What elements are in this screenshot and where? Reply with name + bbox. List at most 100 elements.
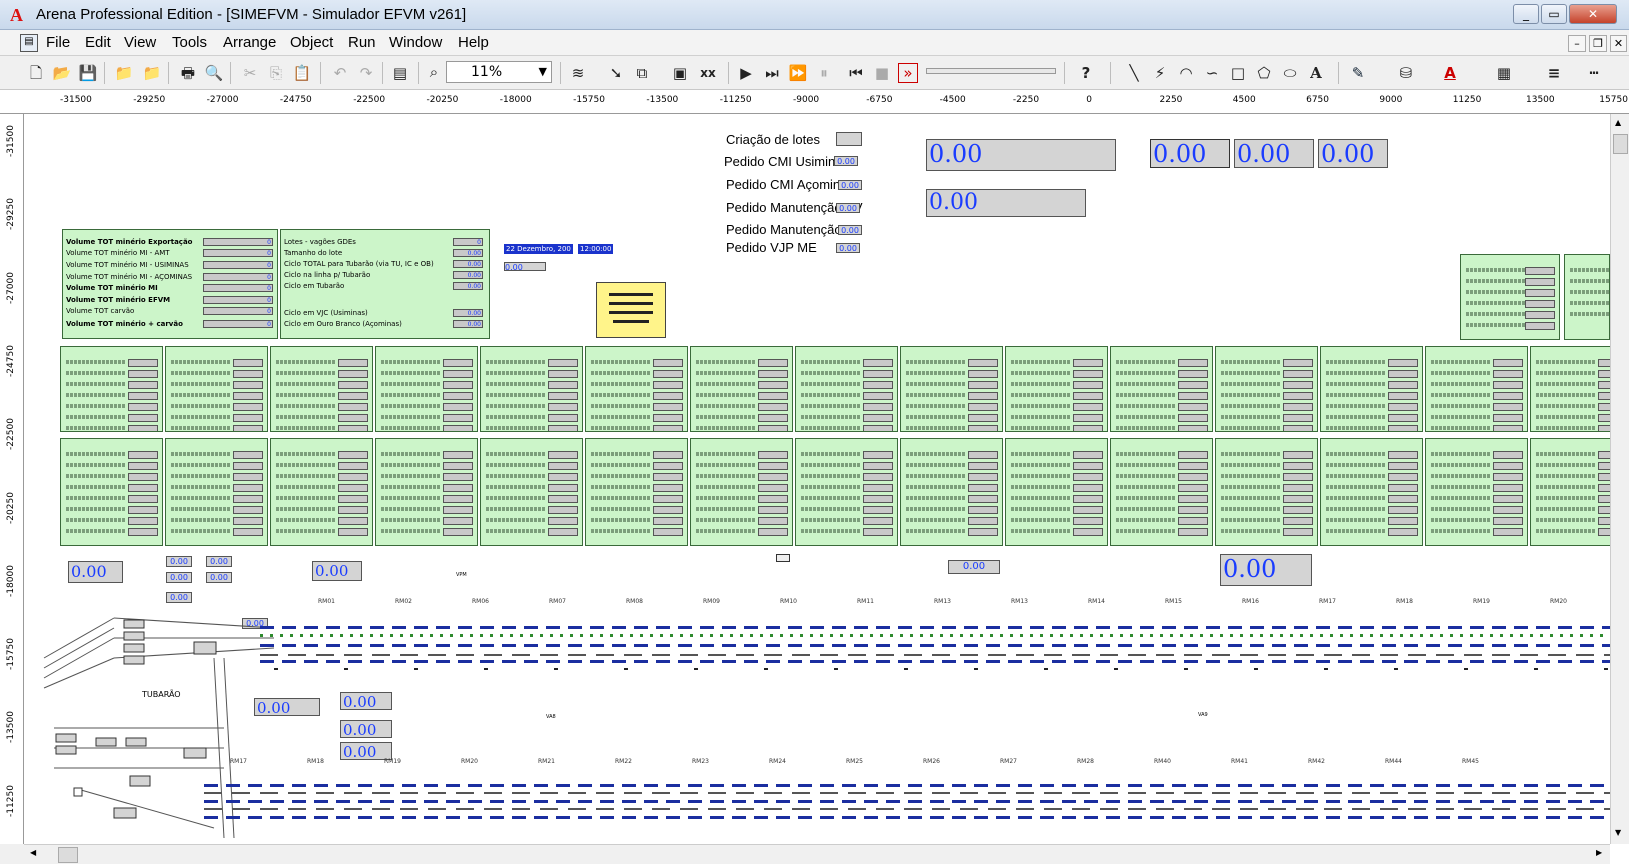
line-color-icon[interactable]: ✎ xyxy=(1348,63,1368,83)
vertical-scrollbar[interactable]: ▲ ▼ xyxy=(1610,114,1629,844)
line-icon[interactable]: ╲ xyxy=(1124,63,1144,83)
statistics-panel[interactable] xyxy=(1005,438,1108,546)
arc-icon[interactable]: ◠ xyxy=(1176,63,1196,83)
menu-tools[interactable]: Tools xyxy=(172,34,207,51)
scroll-down-icon[interactable]: ▼ xyxy=(1615,828,1621,837)
print-preview-icon[interactable]: 🔍 xyxy=(204,63,224,83)
line-style-icon[interactable]: ┅ xyxy=(1584,63,1604,83)
statistics-panel[interactable] xyxy=(1320,438,1423,546)
vertical-scroll-thumb[interactable] xyxy=(1613,134,1628,154)
menu-view[interactable]: View xyxy=(124,34,156,51)
statistics-panel[interactable] xyxy=(165,346,268,432)
close-button[interactable]: ✕ xyxy=(1569,4,1617,24)
statistics-panel[interactable] xyxy=(1110,346,1213,432)
fill-color-icon[interactable]: ⛁ xyxy=(1396,63,1416,83)
statistics-panel[interactable] xyxy=(480,346,583,432)
save-icon[interactable]: 💾 xyxy=(78,63,98,83)
line-width-icon[interactable]: ≡ xyxy=(1544,63,1564,83)
variable-icon[interactable]: xx xyxy=(698,63,718,83)
statistics-panel[interactable] xyxy=(900,346,1003,432)
statistics-panel[interactable] xyxy=(1110,438,1213,546)
statistics-panel[interactable] xyxy=(1530,346,1610,432)
help-icon[interactable]: ? xyxy=(1076,63,1096,83)
text-icon[interactable]: A xyxy=(1306,63,1326,83)
menu-file[interactable]: File xyxy=(46,34,70,51)
open-icon[interactable]: 📂 xyxy=(52,63,72,83)
minimize-button[interactable]: _ xyxy=(1513,4,1539,24)
statistics-panel[interactable] xyxy=(60,346,163,432)
model-canvas[interactable]: Criação de lotes Pedido CMI Usiminas 0.0… xyxy=(24,114,1610,844)
template-detach-icon[interactable]: 📁 xyxy=(142,63,162,83)
menu-arrange[interactable]: Arrange xyxy=(223,34,276,51)
end-icon[interactable]: ■ xyxy=(872,63,892,83)
zoom-icon[interactable]: ⌕ xyxy=(424,62,444,82)
text-color-icon[interactable]: A xyxy=(1440,63,1460,83)
statistics-panel[interactable] xyxy=(375,346,478,432)
mdi-minimize-button[interactable]: – xyxy=(1568,35,1586,52)
statistics-panel[interactable] xyxy=(1215,438,1318,546)
statistics-panel[interactable] xyxy=(165,438,268,546)
step-icon[interactable]: ⏭ xyxy=(762,63,782,83)
menu-help[interactable]: Help xyxy=(458,34,489,51)
statistics-panel[interactable] xyxy=(585,346,688,432)
ellipse-icon[interactable]: ⬭ xyxy=(1280,63,1300,83)
connect-icon[interactable]: ➘ xyxy=(606,63,626,83)
undo-icon[interactable]: ↶ xyxy=(330,63,350,83)
statistics-panel[interactable] xyxy=(795,346,898,432)
statistics-panel[interactable] xyxy=(1425,438,1528,546)
scroll-left-icon[interactable]: ◀ xyxy=(30,848,36,857)
copy-icon[interactable]: ⎘ xyxy=(266,63,286,83)
polyline-icon[interactable]: ⚡ xyxy=(1150,63,1170,83)
layers-icon[interactable]: ▤ xyxy=(390,63,410,83)
run-icon[interactable]: ▶ xyxy=(736,63,756,83)
cut-icon[interactable]: ✂ xyxy=(240,63,260,83)
fast-forward-icon[interactable]: ⏩ xyxy=(788,63,808,83)
yellow-control-block[interactable] xyxy=(596,282,666,338)
box-icon[interactable]: □ xyxy=(1228,63,1248,83)
statistics-panel[interactable] xyxy=(1425,346,1528,432)
statistics-panel[interactable] xyxy=(585,438,688,546)
mdi-close-button[interactable]: ✕ xyxy=(1610,35,1627,52)
statistics-panel[interactable] xyxy=(1530,438,1610,546)
polygon-icon[interactable]: ⬠ xyxy=(1254,63,1274,83)
menu-run[interactable]: Run xyxy=(348,34,376,51)
statistics-panel[interactable] xyxy=(270,346,373,432)
statistics-panel[interactable] xyxy=(690,346,793,432)
statistics-panel[interactable] xyxy=(795,438,898,546)
animate-icon[interactable]: ▣ xyxy=(670,63,690,83)
print-icon[interactable]: 🖶 xyxy=(178,63,198,83)
redo-icon[interactable]: ↷ xyxy=(356,63,376,83)
scroll-up-icon[interactable]: ▲ xyxy=(1615,118,1621,127)
ruler-tick-label: -13500 xyxy=(646,95,679,105)
statistics-panel[interactable] xyxy=(480,438,583,546)
animation-speed-slider[interactable] xyxy=(926,68,1056,74)
new-icon[interactable]: 🗋 xyxy=(26,63,46,83)
horizontal-scrollbar[interactable]: ◀ ▶ xyxy=(24,844,1610,864)
batch-run-icon[interactable]: » xyxy=(898,63,918,83)
statistics-panel[interactable] xyxy=(900,438,1003,546)
document-icon[interactable]: ▤ xyxy=(20,34,38,52)
statistics-panel[interactable] xyxy=(1005,346,1108,432)
submodel-icon[interactable]: ⧉ xyxy=(632,63,652,83)
menu-edit[interactable]: Edit xyxy=(85,34,111,51)
menu-window[interactable]: Window xyxy=(389,34,442,51)
menu-object[interactable]: Object xyxy=(290,34,333,51)
template-attach-icon[interactable]: 📁 xyxy=(114,63,134,83)
zoom-combo[interactable]: 11% ▼ xyxy=(446,61,552,83)
statistics-panel[interactable] xyxy=(375,438,478,546)
pause-icon[interactable]: ⏸ xyxy=(814,63,834,83)
scroll-right-icon[interactable]: ▶ xyxy=(1596,848,1602,857)
statistics-panel[interactable] xyxy=(1215,346,1318,432)
statistics-panel[interactable] xyxy=(60,438,163,546)
statistics-panel[interactable] xyxy=(1320,346,1423,432)
window-background-icon[interactable]: ▦ xyxy=(1494,63,1514,83)
statistics-panel[interactable] xyxy=(270,438,373,546)
maximize-button[interactable]: ▭ xyxy=(1541,4,1567,24)
statistics-panel[interactable] xyxy=(690,438,793,546)
bezier-icon[interactable]: ∽ xyxy=(1202,63,1222,83)
paste-icon[interactable]: 📋 xyxy=(292,63,312,83)
layers-icon[interactable]: ≋ xyxy=(568,63,588,83)
horizontal-scroll-thumb[interactable] xyxy=(58,847,78,863)
start-over-icon[interactable]: ⏮ xyxy=(846,63,866,83)
mdi-restore-button[interactable]: ❐ xyxy=(1589,35,1607,52)
